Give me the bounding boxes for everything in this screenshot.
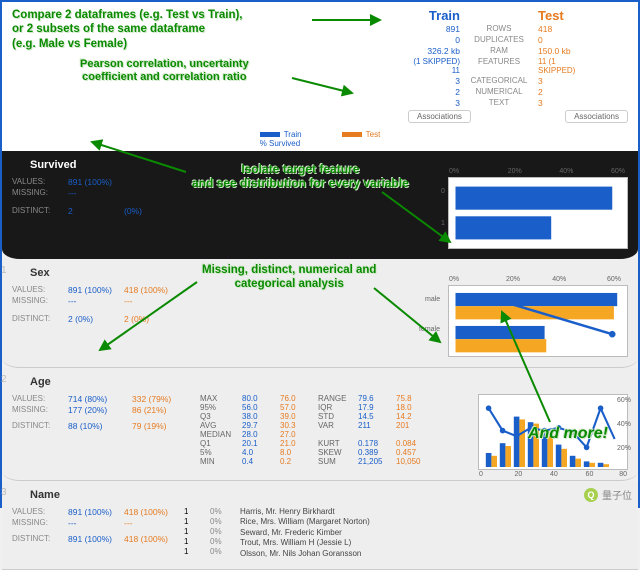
panel-title-survived: Survived bbox=[12, 157, 628, 177]
age-stats: VALUES:714 (80%)332 (79%) MISSING:177 (2… bbox=[12, 394, 190, 431]
footer-logo: Q 量子位 bbox=[584, 487, 632, 502]
grid-icon bbox=[16, 268, 26, 278]
panel-name: 3 Name VALUES:891 (100%)418 (100%) MISSI… bbox=[2, 481, 638, 570]
header-row: Compare 2 dataframes (e.g. Test vs Train… bbox=[2, 2, 638, 127]
chart-survived: 0%20%40%60% 01 bbox=[448, 177, 628, 249]
age-numeric-stats: MAX80.076.0RANGE79.675.8 95%56.057.0IQR1… bbox=[200, 394, 468, 466]
row-num-1: 1 bbox=[1, 265, 7, 276]
panel-survived: Survived VALUES:891 (100%) MISSING:--- D… bbox=[2, 151, 638, 259]
sex-stats: VALUES:891 (100%)418 (100%) MISSING:----… bbox=[12, 285, 174, 324]
survived-stats: VALUES:891 (100%) MISSING:--- DISTINCT:2… bbox=[12, 177, 174, 216]
annotation-compare: Compare 2 dataframes (e.g. Test vs Train… bbox=[12, 8, 402, 51]
chart-sex: 0%20%40%60% male female bbox=[448, 285, 628, 357]
row-num-3: 3 bbox=[1, 487, 7, 498]
name-stats: VALUES:891 (100%)418 (100%) MISSING:----… bbox=[12, 507, 174, 544]
row-num-2: 2 bbox=[1, 374, 7, 385]
associations-train-button[interactable]: Associations bbox=[408, 110, 471, 123]
panel-age: 2 Age VALUES:714 (80%)332 (79%) MISSING:… bbox=[2, 368, 638, 481]
associations-test-button[interactable]: Associations bbox=[565, 110, 628, 123]
panel-title-age: Age bbox=[12, 374, 628, 394]
legend-row: Train% Survived Test bbox=[2, 127, 638, 151]
grid-icon bbox=[16, 490, 26, 500]
grid-icon bbox=[16, 377, 26, 387]
name-samples: Harris, Mr. Henry BirkhardtRice, Mrs. Wi… bbox=[240, 507, 370, 559]
panel-sex: 1 Sex VALUES:891 (100%)418 (100%) MISSIN… bbox=[2, 259, 638, 368]
panel-title-sex: Sex bbox=[12, 265, 628, 285]
name-counts: 10% 10% 10% 10% 10% bbox=[184, 507, 230, 556]
header-test-title: Test bbox=[538, 8, 590, 23]
panel-title-name: Name bbox=[12, 487, 628, 507]
chart-age: 60%40%20% 020406080 bbox=[478, 394, 628, 470]
header-stats: TrainTest 891ROWS418 0DUPLICATES0 326.2 … bbox=[408, 8, 628, 108]
header-train-title: Train bbox=[408, 8, 460, 23]
qbit-icon: Q bbox=[584, 488, 598, 502]
grid-icon bbox=[16, 160, 26, 170]
